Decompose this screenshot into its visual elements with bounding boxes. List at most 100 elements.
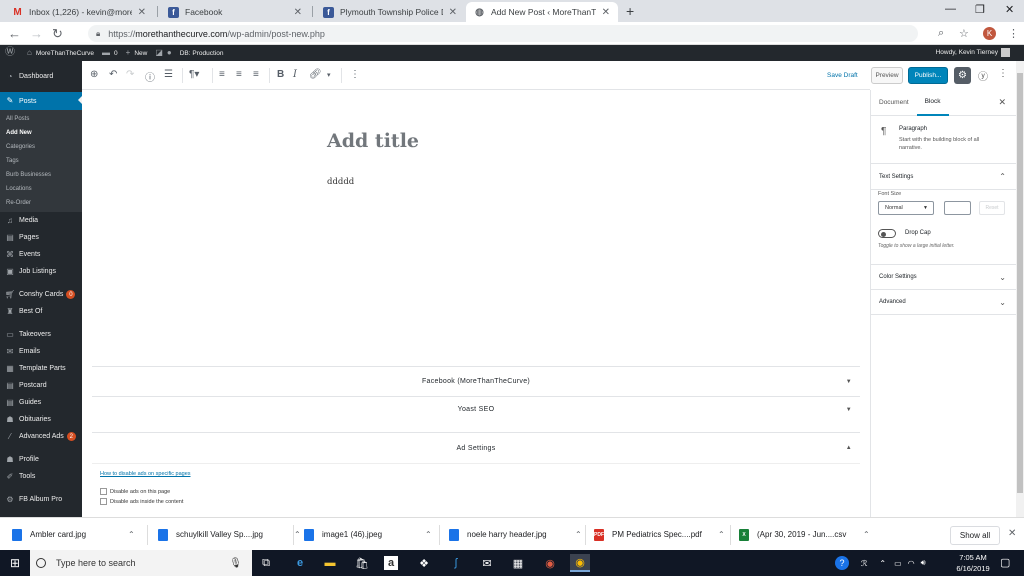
paint-icon[interactable]: ◉ <box>540 554 560 572</box>
paragraph-block[interactable]: ddddd <box>327 177 354 187</box>
tab-gmail[interactable]: M Inbox (1,226) - kevin@morethan ✕ <box>4 2 154 22</box>
close-tab-icon[interactable]: ✕ <box>138 7 146 18</box>
reload-icon[interactable]: ↻ <box>52 26 63 42</box>
metabox-ad-settings[interactable]: Ad Settings ▲ <box>92 432 860 463</box>
volume-icon[interactable]: 🔊︎ <box>921 558 926 568</box>
sidebar-item-obituaries[interactable]: ☗ Obituaries <box>0 411 82 428</box>
font-size-select[interactable]: Normal ▼ <box>878 201 934 215</box>
tab-facebook[interactable]: f Facebook ✕ <box>160 2 310 22</box>
download-item[interactable]: image1 (46).jpeg ⌃ <box>304 518 432 551</box>
sidebar-item-conshy-cards[interactable]: 🛒︎ Conshy Cards 0 <box>0 286 82 303</box>
close-tab-icon[interactable]: ✕ <box>602 7 610 18</box>
comments-link[interactable]: ▬ 0 <box>102 49 118 57</box>
yoast-icon[interactable]: ⓨ <box>978 68 988 83</box>
wifi-icon[interactable]: ◠ <box>908 559 915 568</box>
sidebar-sub-all-posts[interactable]: All Posts <box>0 112 82 126</box>
custom-font-size-input[interactable] <box>944 201 971 215</box>
download-item[interactable]: schuylkill Valley Sp....jpg ⌃ <box>158 518 301 551</box>
tab-add-new-post[interactable]: ◍ Add New Post ‹ MoreThanTheCu ✕ <box>466 2 618 22</box>
close-icon[interactable]: ✕ <box>998 97 1006 108</box>
tab-block[interactable]: Block <box>916 90 949 116</box>
windows-start-icon[interactable]: ⊞ <box>0 550 30 576</box>
post-title-input[interactable]: Add title <box>327 130 419 152</box>
collapse-arrow-icon[interactable]: ▼ <box>846 379 852 385</box>
help-icon[interactable]: ? <box>835 556 849 570</box>
plugin-link[interactable]: ◪ ● <box>155 49 171 57</box>
color-settings-header[interactable]: Color Settings ⌄ <box>871 265 1016 290</box>
download-item[interactable]: X (Apr 30, 2019 - Jun....csv ⌃ <box>739 518 870 551</box>
sidebar-item-profile[interactable]: ☗ Profile <box>0 451 82 468</box>
task-view-icon[interactable]: ⧉ <box>256 554 276 572</box>
checkbox[interactable] <box>100 498 107 505</box>
text-settings-header[interactable]: Text Settings ⌃ <box>871 164 1016 190</box>
new-tab-icon[interactable]: + <box>626 3 634 19</box>
align-right-icon[interactable]: ≡ <box>253 69 259 80</box>
chevron-up-icon[interactable]: ⌃ <box>128 530 135 539</box>
sidebar-item-media[interactable]: ♫ Media <box>0 212 82 229</box>
checkbox[interactable] <box>100 488 107 495</box>
people-icon[interactable]: ℛ <box>861 559 867 568</box>
sidebar-item-postcard[interactable]: ▤ Postcard <box>0 377 82 394</box>
close-tab-icon[interactable]: ✕ <box>294 7 302 18</box>
save-draft-button[interactable]: Save Draft <box>827 72 858 79</box>
paragraph-icon[interactable]: ¶▾ <box>189 69 199 80</box>
mail-icon[interactable]: ✉ <box>477 554 497 572</box>
sidebar-sub-categories[interactable]: Categories <box>0 140 82 154</box>
reset-button[interactable]: Reset <box>979 201 1005 215</box>
align-center-icon[interactable]: ≡ <box>236 69 242 80</box>
sidebar-sub-re-order[interactable]: Re-Order <box>0 196 82 210</box>
minimize-icon[interactable]: — <box>945 3 956 15</box>
expand-arrow-icon[interactable]: ▲ <box>846 445 852 451</box>
sidebar-item-job-listings[interactable]: ▣ Job Listings <box>0 263 82 280</box>
system-clock[interactable]: 7:05 AM 6/16/2019 <box>948 552 998 574</box>
preview-button[interactable]: Preview <box>871 67 903 84</box>
disable-ads-page-checkbox[interactable]: Disable ads on this page <box>100 488 170 495</box>
site-name-link[interactable]: ⌂ MoreThanTheCurve <box>27 49 94 57</box>
chrome-menu-icon[interactable]: ⋮ <box>1008 27 1019 40</box>
page-scrollbar[interactable] <box>1016 61 1024 517</box>
italic-icon[interactable]: I <box>293 69 297 80</box>
show-all-downloads-button[interactable]: Show all <box>950 526 1000 545</box>
align-left-icon[interactable]: ≡ <box>219 69 225 80</box>
sidebar-item-events[interactable]: ⌘ Events <box>0 246 82 263</box>
collapse-arrow-icon[interactable]: ▼ <box>846 407 852 413</box>
chevron-up-icon[interactable]: ⌃ <box>879 559 886 568</box>
disable-ads-help-link[interactable]: How to disable ads on specific pages <box>100 471 191 477</box>
publish-button[interactable]: Publish... <box>908 67 948 84</box>
metabox-yoast-seo[interactable]: Yoast SEO ▼ <box>92 396 860 422</box>
sidebar-item-template-parts[interactable]: ▦ Template Parts <box>0 360 82 377</box>
undo-icon[interactable]: ↶ <box>109 69 117 80</box>
sidebar-item-takeovers[interactable]: ▭ Takeovers <box>0 326 82 343</box>
scrollbar-thumb[interactable] <box>1017 73 1023 493</box>
chrome-icon[interactable]: ◉ <box>570 554 590 572</box>
sidebar-item-emails[interactable]: ✉ Emails <box>0 343 82 360</box>
sidebar-item-guides[interactable]: ▤ Guides <box>0 394 82 411</box>
redo-icon[interactable]: ↷ <box>126 69 134 80</box>
new-content-link[interactable]: + New <box>126 49 148 57</box>
settings-gear-icon[interactable]: ⚙ <box>954 67 971 84</box>
howdy-user-menu[interactable]: Howdy, Kevin Tierney <box>936 48 1010 57</box>
block-navigation-icon[interactable]: ☰ <box>164 69 173 80</box>
tab-plymouth-police[interactable]: f Plymouth Township Police Depar ✕ <box>315 2 465 22</box>
microphone-icon[interactable]: 🎙︎ <box>229 558 242 569</box>
metabox-facebook[interactable]: Facebook (MoreThanTheCurve) ▼ <box>92 366 860 396</box>
more-formats-icon[interactable]: ▾ <box>327 71 331 79</box>
forward-icon[interactable]: → <box>30 26 43 41</box>
info-icon[interactable]: ⓘ <box>145 69 155 84</box>
sidebar-sub-burb-businesses[interactable]: Burb Businesses <box>0 168 82 182</box>
download-item[interactable]: PDF PM Pediatrics Spec....pdf ⌃ <box>594 518 725 551</box>
sidebar-sub-add-new[interactable]: Add New <box>0 126 82 140</box>
sidebar-item-advanced-ads[interactable]: ⁄ Advanced Ads 2 <box>0 428 82 445</box>
file-explorer-icon[interactable]: ▬ <box>320 554 340 572</box>
dropbox-icon[interactable]: ❖ <box>414 554 434 572</box>
profile-avatar[interactable]: K <box>983 27 996 40</box>
notifications-icon[interactable]: ▢ <box>1000 556 1010 569</box>
address-bar[interactable]: 🔒︎ https:// morethanthecurve.com /wp-adm… <box>88 25 918 42</box>
more-menu-icon[interactable]: ⋮ <box>998 68 1008 79</box>
chevron-up-icon[interactable]: ⌃ <box>425 530 432 539</box>
chevron-up-icon[interactable]: ⌃ <box>718 530 725 539</box>
sidebar-item-posts[interactable]: ✎ Posts <box>0 92 82 110</box>
app-icon[interactable]: ʃ <box>446 554 466 572</box>
chevron-up-icon[interactable]: ⌃ <box>575 530 582 539</box>
close-tab-icon[interactable]: ✕ <box>449 7 457 18</box>
